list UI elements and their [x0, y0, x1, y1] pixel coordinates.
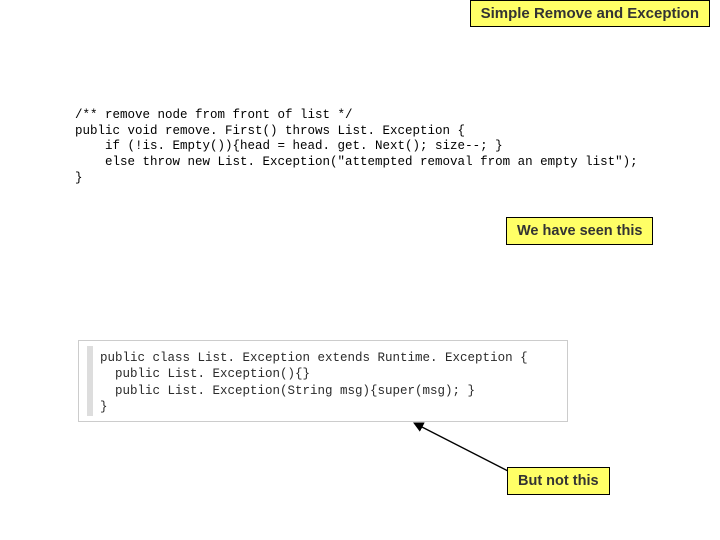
- code-remove-first: /** remove node from front of list */ pu…: [75, 108, 638, 186]
- code-line: }: [75, 171, 83, 185]
- code-list-exception: public class List. Exception extends Run…: [100, 350, 528, 415]
- code-line: if (!is. Empty()){head = head. get. Next…: [75, 139, 503, 153]
- slide-title: Simple Remove and Exception: [470, 0, 710, 27]
- callout-seen-this: We have seen this: [506, 217, 653, 245]
- code-line: public List. Exception(String msg){super…: [100, 384, 475, 398]
- code-line: }: [100, 400, 108, 414]
- code-line: else throw new List. Exception("attempte…: [75, 155, 638, 169]
- code-line: public class List. Exception extends Run…: [100, 351, 528, 365]
- code-line: public List. Exception(){}: [100, 367, 310, 381]
- code-line: /** remove node from front of list */: [75, 108, 353, 122]
- code-line: public void remove. First() throws List.…: [75, 124, 465, 138]
- code-image-gutter: [87, 346, 93, 416]
- callout-not-this: But not this: [507, 467, 610, 495]
